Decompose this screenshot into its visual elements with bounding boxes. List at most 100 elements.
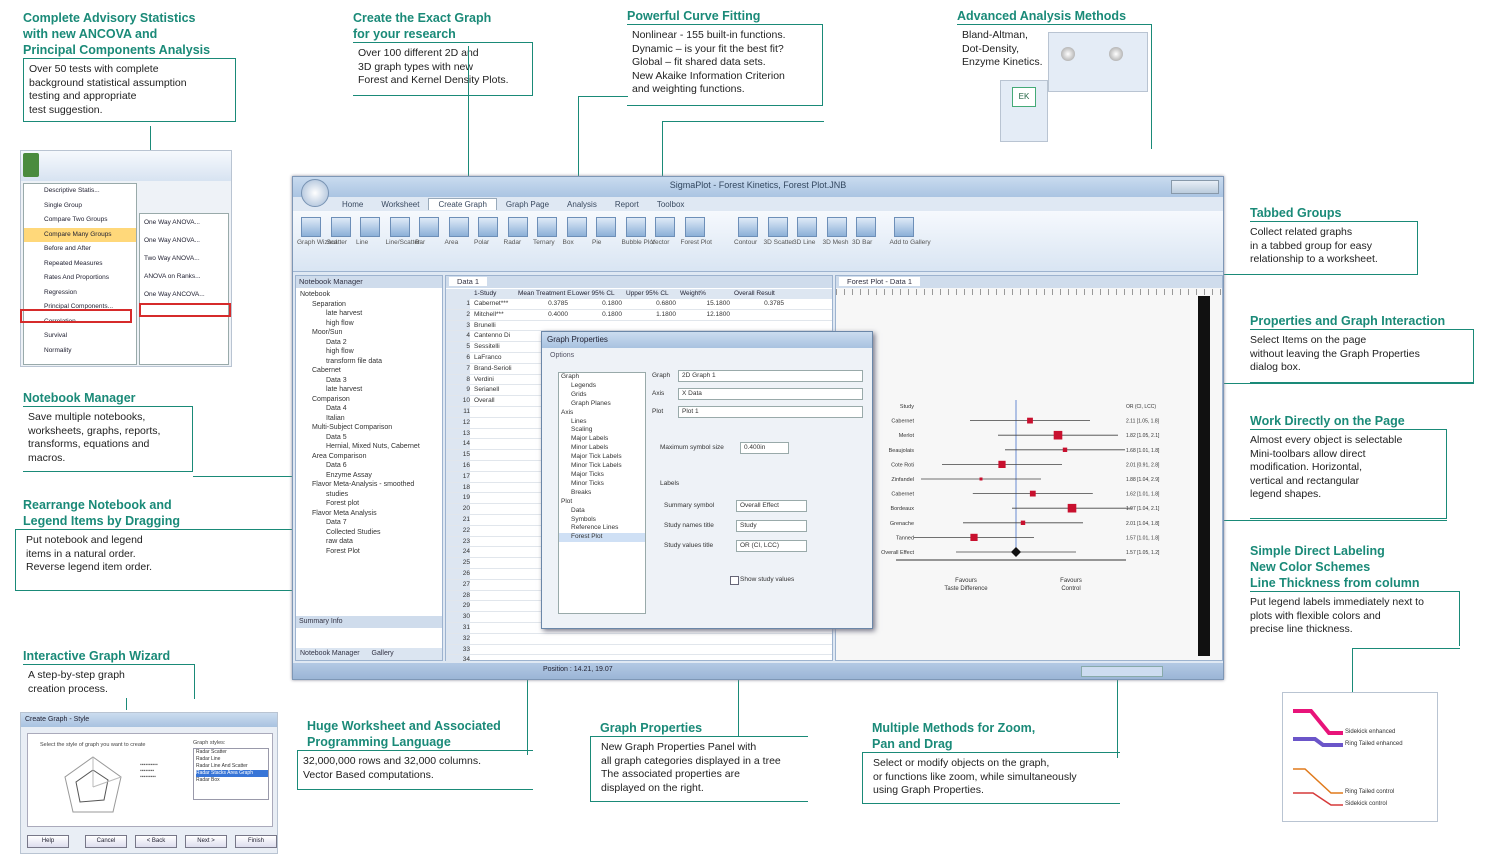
notebook-item[interactable]: high flow xyxy=(300,347,420,357)
wizard-help-button[interactable]: Help xyxy=(27,835,69,848)
3d-bar-icon[interactable] xyxy=(856,217,876,237)
line-icon[interactable] xyxy=(360,217,380,237)
table-cell[interactable]: Cabernet*** xyxy=(474,299,514,309)
tab-worksheet[interactable]: Worksheet xyxy=(372,199,428,210)
3d-mesh-icon[interactable] xyxy=(826,217,847,237)
area-icon[interactable] xyxy=(448,217,469,237)
forest-plot[interactable]: Study OR (CI, LCC) Cabernet 2.11 [1.05, 1.8… xyxy=(856,386,1196,626)
properties-tree-item[interactable]: Graph Planes xyxy=(559,400,645,409)
study-name-label[interactable]: Merlot xyxy=(899,433,915,439)
notebook-item[interactable]: Hernial, Mixed Nuts, Cabernet xyxy=(300,442,420,452)
table-cell[interactable]: LaFranco xyxy=(474,353,514,363)
menu-item[interactable]: Rates And Proportions xyxy=(24,271,136,286)
table-cell[interactable]: Sessitelli xyxy=(474,342,514,352)
study-name-label[interactable]: Study xyxy=(900,404,914,410)
menu-item[interactable]: Normality xyxy=(24,344,136,359)
properties-tree-item[interactable]: Plot xyxy=(559,498,645,507)
summary-info-header[interactable]: Summary Info xyxy=(296,616,442,628)
study-marker[interactable] xyxy=(1062,447,1068,452)
notebook-item[interactable]: Enzyme Assay xyxy=(300,471,420,481)
properties-tree-item[interactable]: Graph xyxy=(559,373,645,382)
notebook-item[interactable]: Area Comparison xyxy=(300,452,420,462)
table-cell[interactable]: 12.1800 xyxy=(680,310,731,320)
properties-tree-item[interactable]: Lines xyxy=(559,418,645,427)
menu-item[interactable]: Survival xyxy=(24,329,136,344)
column-header[interactable]: Overall Result xyxy=(734,289,788,299)
table-cell[interactable]: Brand-Serioli xyxy=(474,364,514,374)
study-value-label[interactable]: 1.57 [1.01, 1.8] xyxy=(1126,535,1160,541)
label-field-input[interactable]: Study xyxy=(736,520,807,532)
notebook-item[interactable]: Collected Studies xyxy=(300,528,420,538)
properties-tree-item[interactable]: Axis xyxy=(559,409,645,418)
table-cell[interactable]: Serianell xyxy=(474,385,514,395)
graph-select[interactable]: 2D Graph 1 xyxy=(678,370,863,382)
study-marker[interactable] xyxy=(979,477,983,481)
menu-item[interactable]: Compare Two Groups xyxy=(24,213,136,228)
notebook-item[interactable]: Forest Plot xyxy=(300,547,420,557)
column-header[interactable]: Weight% xyxy=(680,289,734,299)
table-cell[interactable]: Verdini xyxy=(474,375,514,385)
submenu-item[interactable]: One Way ANOVA... xyxy=(140,214,228,232)
window-controls[interactable] xyxy=(1171,180,1219,194)
study-name-label[interactable]: Cote Roti xyxy=(891,462,914,468)
box-icon[interactable] xyxy=(566,217,587,237)
study-value-label[interactable]: 1.97 [1.04, 2.1] xyxy=(1126,506,1160,512)
study-value-label[interactable]: 1.57 [1.05, 1.2] xyxy=(1126,550,1160,556)
application-menu-button[interactable] xyxy=(301,179,329,207)
table-cell[interactable]: 0.3785 xyxy=(518,299,568,309)
table-cell[interactable]: 1.1800 xyxy=(626,310,676,320)
submenu-item[interactable]: ANOVA on Ranks... xyxy=(140,268,228,286)
properties-tree-item[interactable]: Major Tick Labels xyxy=(559,453,645,462)
properties-tree-item[interactable]: Minor Ticks xyxy=(559,480,645,489)
study-value-label[interactable]: 2.01 [1.04, 1.8] xyxy=(1126,521,1160,527)
tab-report[interactable]: Report xyxy=(606,199,648,210)
label-field-input[interactable]: OR (CI, LCC) xyxy=(736,540,807,552)
3d-scatter-icon[interactable] xyxy=(767,217,788,237)
study-value-label[interactable]: 2.01 [0.91, 2.8] xyxy=(1126,462,1160,468)
study-marker[interactable] xyxy=(1020,520,1026,525)
properties-tree-item[interactable]: Legends xyxy=(559,382,645,391)
notebook-item[interactable]: Flavor Meta-Analysis - smoothed xyxy=(300,480,420,490)
notebook-item[interactable]: Data 5 xyxy=(300,433,420,443)
notebook-item[interactable]: Notebook xyxy=(300,290,420,300)
notebook-item[interactable]: Data 3 xyxy=(300,376,420,386)
table-cell[interactable]: 0.6800 xyxy=(626,299,676,309)
study-name-label[interactable]: Overall Effect xyxy=(881,550,914,556)
properties-tree-item[interactable]: Minor Labels xyxy=(559,444,645,453)
study-marker[interactable] xyxy=(1027,417,1033,424)
notebook-item[interactable]: Data 6 xyxy=(300,461,420,471)
notebook-item[interactable]: Data 7 xyxy=(300,518,420,528)
study-marker[interactable] xyxy=(970,533,978,541)
properties-tree-item[interactable]: Forest Plot xyxy=(559,533,645,543)
study-value-label[interactable]: 1.82 [1.05, 2.1] xyxy=(1126,433,1160,439)
study-value-label[interactable]: OR (CI, LCC) xyxy=(1126,404,1156,410)
table-cell[interactable]: Cantenno Di xyxy=(474,331,514,341)
column-header[interactable]: Mean Treatment E xyxy=(518,289,572,299)
notebook-item[interactable]: studies xyxy=(300,490,420,500)
tab-gallery[interactable]: Gallery xyxy=(362,650,394,657)
notebook-item[interactable]: raw data xyxy=(300,537,420,547)
notebook-item[interactable]: Comparison xyxy=(300,395,420,405)
tab-notebook-manager[interactable]: Notebook Manager xyxy=(296,650,360,657)
menu-item[interactable]: Repeated Measures xyxy=(24,257,136,272)
pie-icon[interactable] xyxy=(596,217,616,237)
properties-tree-item[interactable]: Data xyxy=(559,507,645,516)
properties-tree-item[interactable]: Minor Tick Labels xyxy=(559,462,645,471)
study-name-label[interactable]: Cabernet xyxy=(891,492,914,498)
axis-select[interactable]: X Data xyxy=(678,388,863,400)
notebook-item[interactable]: transform file data xyxy=(300,357,420,367)
notebook-item[interactable]: Multi-Subject Comparison xyxy=(300,423,420,433)
notebook-item[interactable]: Data 2 xyxy=(300,338,420,348)
plot-select[interactable]: Plot 1 xyxy=(678,406,863,418)
forest-plot-icon[interactable] xyxy=(684,217,705,237)
graph-wizard-icon[interactable] xyxy=(301,217,321,237)
menu-item[interactable]: Single Group xyxy=(24,199,136,214)
properties-tree-item[interactable]: Grids xyxy=(559,391,645,400)
notebook-item[interactable]: Forest plot xyxy=(300,499,420,509)
notebook-item[interactable]: late harvest xyxy=(300,309,420,319)
tab-home[interactable]: Home xyxy=(333,199,372,210)
properties-tree-item[interactable]: Scaling xyxy=(559,426,645,435)
tab-graph-page[interactable]: Graph Page xyxy=(497,199,558,210)
menu-item[interactable]: Before and After xyxy=(24,242,136,257)
properties-tree-item[interactable]: Symbols xyxy=(559,516,645,525)
